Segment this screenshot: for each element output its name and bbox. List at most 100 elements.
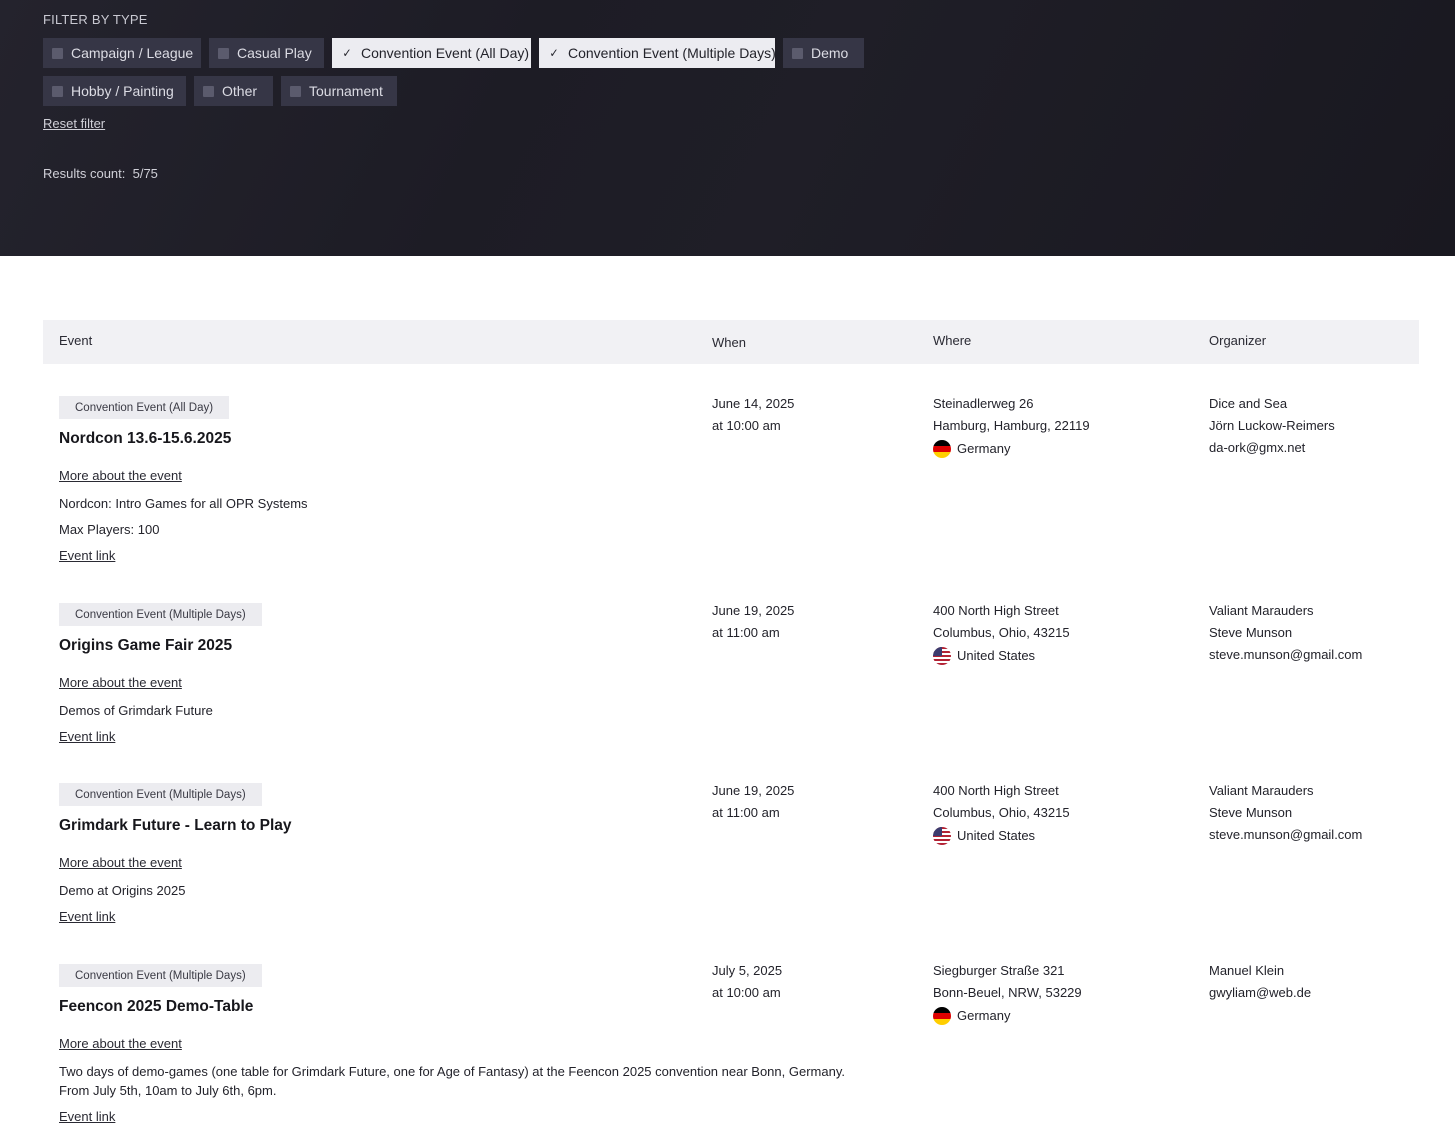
event-date: June 19, 2025 xyxy=(712,783,795,798)
event-street: Siegburger Straße 321 xyxy=(933,963,1065,978)
organizer-email: steve.munson@gmail.com xyxy=(1209,647,1363,662)
filter-chip-convention-all-day[interactable]: ✓ Convention Event (All Day) xyxy=(332,38,531,68)
united-states-flag-icon xyxy=(933,647,951,665)
checkmark-icon: ✓ xyxy=(342,46,352,60)
event-link[interactable]: Event link xyxy=(59,909,115,924)
event-organizer: Valiant Marauders Steve Munson steve.mun… xyxy=(1209,780,1362,846)
organizer-name: Jörn Luckow-Reimers xyxy=(1209,418,1335,433)
event-city: Bonn-Beuel, NRW, 53229 xyxy=(933,985,1082,1000)
more-about-event-link[interactable]: More about the event xyxy=(59,675,182,690)
event-city: Columbus, Ohio, 43215 xyxy=(933,805,1070,820)
germany-flag-icon xyxy=(933,1007,951,1025)
header-when: When xyxy=(712,335,746,350)
event-description: Demo at Origins 2025 xyxy=(59,883,186,898)
table-row: Convention Event (Multiple Days) Grimdar… xyxy=(0,783,1455,933)
event-link[interactable]: Event link xyxy=(59,729,115,744)
event-city: Hamburg, Hamburg, 22119 xyxy=(933,418,1090,433)
filter-chip-campaign-league[interactable]: Campaign / League xyxy=(43,38,201,68)
event-type-badge: Convention Event (Multiple Days) xyxy=(59,783,262,806)
event-time: at 11:00 am xyxy=(712,625,780,640)
event-country-name: United States xyxy=(957,828,1036,843)
united-states-flag-icon xyxy=(933,827,951,845)
event-country: United States xyxy=(933,645,1070,667)
more-about-event-link[interactable]: More about the event xyxy=(59,468,182,483)
table-header: Event When Where Organizer xyxy=(43,320,1419,364)
table-row: Convention Event (Multiple Days) Feencon… xyxy=(0,963,1455,1134)
checkbox-unchecked-icon xyxy=(218,47,229,59)
organizer-group: Dice and Sea xyxy=(1209,396,1288,411)
event-date: July 5, 2025 xyxy=(712,963,783,978)
more-about-event-link[interactable]: More about the event xyxy=(59,855,182,870)
event-street: 400 North High Street xyxy=(933,603,1059,618)
checkbox-unchecked-icon xyxy=(792,47,803,59)
event-city: Columbus, Ohio, 43215 xyxy=(933,625,1070,640)
filter-title: FILTER BY TYPE xyxy=(43,12,148,27)
event-date: June 14, 2025 xyxy=(712,396,795,411)
checkbox-unchecked-icon xyxy=(52,85,63,97)
filter-chip-demo[interactable]: Demo xyxy=(783,38,864,68)
table-row: Convention Event (Multiple Days) Origins… xyxy=(0,603,1455,753)
results-count: Results count: 5/75 xyxy=(43,166,158,181)
filter-chip-other[interactable]: Other xyxy=(194,76,273,106)
event-where: Siegburger Straße 321 Bonn-Beuel, NRW, 5… xyxy=(933,960,1082,1027)
event-organizer: Valiant Marauders Steve Munson steve.mun… xyxy=(1209,600,1362,666)
organizer-email: gwyliam@web.de xyxy=(1209,985,1312,1000)
event-link[interactable]: Event link xyxy=(59,1109,115,1124)
organizer-group: Valiant Marauders xyxy=(1209,603,1314,618)
event-street: Steinadlerweg 26 xyxy=(933,396,1034,411)
germany-flag-icon xyxy=(933,440,951,458)
event-date: June 19, 2025 xyxy=(712,603,795,618)
organizer-email: steve.munson@gmail.com xyxy=(1209,827,1363,842)
event-title: Nordcon 13.6-15.6.2025 xyxy=(59,430,232,447)
event-time: at 10:00 am xyxy=(712,985,781,1000)
event-description: Nordcon: Intro Games for all OPR Systems xyxy=(59,496,308,511)
event-description: Demos of Grimdark Future xyxy=(59,703,213,718)
filter-panel: FILTER BY TYPE Campaign / League Casual … xyxy=(0,0,1455,256)
event-time: at 10:00 am xyxy=(712,418,781,433)
event-type-badge: Convention Event (All Day) xyxy=(59,396,230,419)
header-event: Event xyxy=(59,333,93,348)
more-about-event-link[interactable]: More about the event xyxy=(59,1036,182,1051)
event-country-name: United States xyxy=(957,648,1036,663)
filter-chip-label: Campaign / League xyxy=(71,45,194,61)
event-where: Steinadlerweg 26 Hamburg, Hamburg, 22119… xyxy=(933,393,1090,460)
event-when: July 5, 2025 at 10:00 am xyxy=(712,960,782,1004)
results-count-label: Results count: xyxy=(43,166,126,181)
event-type-badge: Convention Event (Multiple Days) xyxy=(59,964,262,987)
event-when: June 14, 2025 at 10:00 am xyxy=(712,393,794,437)
event-type-badge: Convention Event (Multiple Days) xyxy=(59,603,262,626)
event-country: United States xyxy=(933,825,1070,847)
event-where: 400 North High Street Columbus, Ohio, 43… xyxy=(933,780,1070,847)
event-title: Feencon 2025 Demo-Table xyxy=(59,998,254,1015)
event-title: Grimdark Future - Learn to Play xyxy=(59,817,292,834)
event-time: at 11:00 am xyxy=(712,805,780,820)
organizer-name: Manuel Klein xyxy=(1209,963,1285,978)
event-country: Germany xyxy=(933,438,1090,460)
filter-chip-label: Convention Event (All Day) xyxy=(361,45,530,61)
reset-filter-link[interactable]: Reset filter xyxy=(43,116,105,131)
event-organizer: Dice and Sea Jörn Luckow-Reimers da-ork@… xyxy=(1209,393,1335,459)
event-description: Max Players: 100 xyxy=(59,522,160,537)
header-where: Where xyxy=(933,333,972,348)
organizer-name: Steve Munson xyxy=(1209,805,1293,820)
event-when: June 19, 2025 at 11:00 am xyxy=(712,780,794,824)
checkbox-unchecked-icon xyxy=(203,85,214,97)
filter-chip-label: Tournament xyxy=(309,83,383,99)
filter-chip-label: Other xyxy=(222,83,258,99)
filter-chip-label: Convention Event (Multiple Days) xyxy=(568,45,776,61)
filter-chip-tournament[interactable]: Tournament xyxy=(281,76,397,106)
header-organizer: Organizer xyxy=(1209,333,1267,348)
filter-chip-convention-multiple-days[interactable]: ✓ Convention Event (Multiple Days) xyxy=(539,38,776,68)
results-count-value: 5/75 xyxy=(132,166,158,181)
filter-chip-casual-play[interactable]: Casual Play xyxy=(209,38,324,68)
event-country: Germany xyxy=(933,1005,1082,1027)
filter-chip-label: Casual Play xyxy=(237,45,312,61)
event-title: Origins Game Fair 2025 xyxy=(59,637,233,654)
filter-chip-label: Demo xyxy=(811,45,849,61)
checkbox-unchecked-icon xyxy=(290,85,301,97)
checkbox-unchecked-icon xyxy=(52,47,63,59)
organizer-name: Steve Munson xyxy=(1209,625,1293,640)
event-link[interactable]: Event link xyxy=(59,548,115,563)
filter-chip-hobby-painting[interactable]: Hobby / Painting xyxy=(43,76,186,106)
event-where: 400 North High Street Columbus, Ohio, 43… xyxy=(933,600,1070,667)
